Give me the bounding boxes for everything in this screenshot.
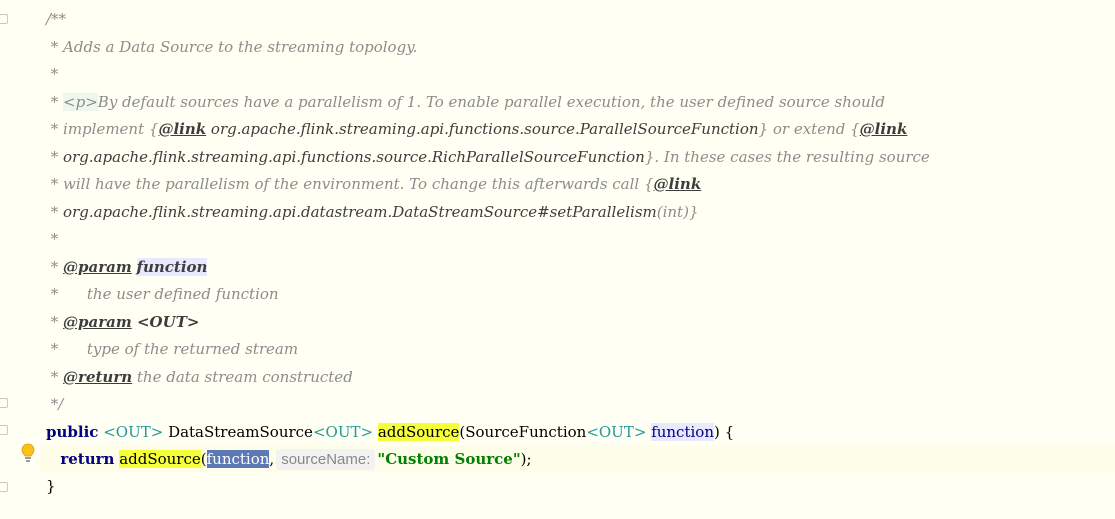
doc-comment-text: the data stream constructed	[132, 368, 353, 386]
doc-comment-text: *	[46, 368, 64, 386]
code-punctuation: }	[46, 477, 56, 495]
selected-argument[interactable]: function	[206, 450, 270, 468]
method-call-highlight[interactable]: addSource	[119, 450, 201, 468]
doc-comment-text: * will have the parallelism of the envir…	[46, 175, 654, 193]
param-type[interactable]: (SourceFunction	[459, 423, 586, 441]
fold-marker-icon[interactable]	[0, 14, 8, 24]
doc-comment-text: *	[46, 203, 64, 221]
code-line-12: * @param <OUT>	[46, 309, 200, 336]
code-line-15: */	[46, 391, 64, 418]
code-line-11: * the user defined function	[46, 281, 279, 308]
fold-marker-icon[interactable]	[0, 425, 8, 435]
code-line-5: * implement {@link org.apache.flink.stre…	[46, 116, 908, 143]
code-line-17: return addSource(function, sourceName: "Cu…	[46, 446, 532, 473]
code-punctuation: ,	[269, 450, 275, 468]
return-type[interactable]: DataStreamSource	[163, 423, 313, 441]
code-punctuation: ) {	[713, 423, 735, 441]
doc-comment-text: *	[46, 230, 59, 248]
javadoc-return-tag: @return	[63, 368, 133, 386]
code-line-14: * @return the data stream constructed	[46, 364, 353, 391]
keyword-public: public	[46, 423, 99, 441]
doc-comment-text: *	[46, 93, 64, 111]
doc-comment-text: } or extend {	[758, 120, 860, 138]
javadoc-param-tag: @param	[63, 258, 132, 276]
javadoc-link-tag[interactable]: @link	[654, 175, 702, 193]
doc-comment-text: *	[46, 313, 64, 331]
doc-comment-text: * Adds a Data Source to the streaming to…	[46, 38, 418, 56]
code-punctuation: (	[200, 450, 207, 468]
code-line-10: * @param function	[46, 254, 208, 281]
code-line-9: *	[46, 226, 59, 253]
doc-comment-text: (int)}	[656, 203, 699, 221]
javadoc-reference[interactable]: org.apache.flink.streaming.api.functions…	[206, 120, 759, 138]
html-tag: <p>	[63, 93, 98, 111]
code-line-2: * Adds a Data Source to the streaming to…	[46, 34, 418, 61]
param-name-highlight[interactable]: function	[651, 423, 714, 441]
code-editor[interactable]: /** * Adds a Data Source to the streamin…	[0, 0, 1115, 519]
code-punctuation: );	[520, 450, 532, 468]
type-param-name[interactable]: <OUT>	[132, 313, 199, 331]
doc-comment-text: */	[46, 395, 64, 413]
doc-comment-text: *	[46, 148, 64, 166]
doc-comment-text: * type of the returned stream	[46, 340, 299, 358]
code-line-6: * org.apache.flink.streaming.api.functio…	[46, 144, 930, 171]
javadoc-param-tag: @param	[63, 313, 132, 331]
type-parameter[interactable]: <OUT>	[313, 423, 373, 441]
doc-comment-text: By default sources have a parallelism of…	[97, 93, 886, 111]
javadoc-reference[interactable]: org.apache.flink.streaming.api.datastrea…	[63, 203, 657, 221]
doc-comment-text: }. In these cases the resulting source	[644, 148, 930, 166]
code-line-1: /**	[46, 6, 66, 33]
parameter-name-hint: sourceName:	[276, 449, 376, 470]
doc-comment-text: * implement {	[46, 120, 159, 138]
doc-comment-text: *	[46, 258, 64, 276]
fold-marker-icon[interactable]	[0, 482, 8, 492]
string-literal[interactable]: "Custom Source"	[377, 450, 520, 468]
code-line-16: public <OUT> DataStreamSource<OUT> addSo…	[46, 419, 734, 446]
javadoc-reference[interactable]: org.apache.flink.streaming.api.functions…	[63, 148, 645, 166]
lightbulb-icon[interactable]	[20, 443, 36, 463]
doc-comment-text: *	[46, 65, 59, 83]
code-line-13: * type of the returned stream	[46, 336, 298, 363]
code-line-3: *	[46, 61, 59, 88]
type-parameter[interactable]: <OUT>	[103, 423, 163, 441]
doc-comment-text: /**	[46, 10, 67, 28]
javadoc-link-tag[interactable]: @link	[158, 120, 206, 138]
doc-comment-text: * the user defined function	[46, 285, 279, 303]
code-line-7: * will have the parallelism of the envir…	[46, 171, 701, 198]
type-parameter[interactable]: <OUT>	[586, 423, 646, 441]
javadoc-link-tag[interactable]: @link	[860, 120, 908, 138]
method-name-highlight[interactable]: addSource	[377, 423, 460, 441]
fold-marker-icon[interactable]	[0, 398, 8, 408]
keyword-return: return	[60, 450, 115, 468]
code-line-18: }	[46, 473, 56, 500]
param-name-highlight[interactable]: function	[136, 258, 208, 276]
code-line-8: * org.apache.flink.streaming.api.datastr…	[46, 199, 699, 226]
editor-gutter[interactable]	[0, 0, 40, 519]
code-line-4: * <p>By default sources have a paralleli…	[46, 89, 885, 116]
